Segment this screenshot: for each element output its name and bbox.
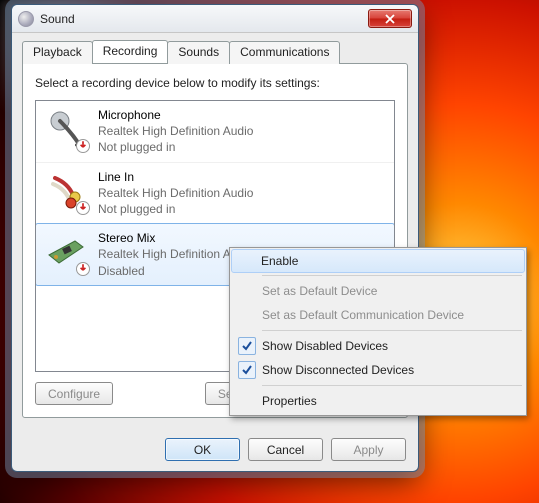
device-text: Line In Realtek High Definition Audio No… [98,169,253,218]
line-in-icon [44,169,88,213]
menu-set-default-comm-device[interactable]: Set as Default Communication Device [232,303,524,327]
panel-heading: Select a recording device below to modif… [35,76,395,90]
menu-separator [262,275,522,276]
context-menu: Enable Set as Default Device Set as Defa… [229,247,527,416]
menu-label: Show Disabled Devices [262,339,388,353]
device-line-in[interactable]: Line In Realtek High Definition Audio No… [36,163,394,225]
menu-separator [262,330,522,331]
sound-icon [18,11,34,27]
status-badge-icon [76,262,90,276]
menu-show-disabled[interactable]: Show Disabled Devices [232,334,524,358]
tab-strip: Playback Recording Sounds Communications [22,41,408,64]
configure-button[interactable]: Configure [35,382,113,405]
titlebar[interactable]: Sound [12,5,418,33]
menu-label: Show Disconnected Devices [262,363,414,377]
close-icon [385,14,395,24]
dialog-button-row: OK Cancel Apply [12,428,418,471]
device-name: Stereo Mix [98,230,253,246]
device-microphone[interactable]: Microphone Realtek High Definition Audio… [36,101,394,163]
menu-separator [262,385,522,386]
menu-set-default-device[interactable]: Set as Default Device [232,279,524,303]
device-status: Not plugged in [98,139,253,155]
menu-show-disconnected[interactable]: Show Disconnected Devices [232,358,524,382]
device-status: Not plugged in [98,201,253,217]
menu-enable[interactable]: Enable [231,249,525,273]
close-button[interactable] [368,9,412,28]
ok-button[interactable]: OK [165,438,240,461]
tab-communications[interactable]: Communications [229,41,340,64]
status-badge-icon [76,139,90,153]
window-title: Sound [40,12,368,26]
sound-card-icon [44,230,88,274]
tab-recording[interactable]: Recording [92,40,169,63]
menu-properties[interactable]: Properties [232,389,524,413]
device-text: Microphone Realtek High Definition Audio… [98,107,253,156]
cancel-button[interactable]: Cancel [248,438,323,461]
device-name: Microphone [98,107,253,123]
microphone-icon [44,107,88,151]
status-badge-icon [76,201,90,215]
apply-button[interactable]: Apply [331,438,406,461]
device-name: Line In [98,169,253,185]
device-subtitle: Realtek High Definition Audio [98,123,253,139]
checkmark-icon [238,361,256,379]
tab-sounds[interactable]: Sounds [167,41,230,64]
device-subtitle: Realtek High Definition Audio [98,185,253,201]
tab-playback[interactable]: Playback [22,41,93,64]
checkmark-icon [238,337,256,355]
